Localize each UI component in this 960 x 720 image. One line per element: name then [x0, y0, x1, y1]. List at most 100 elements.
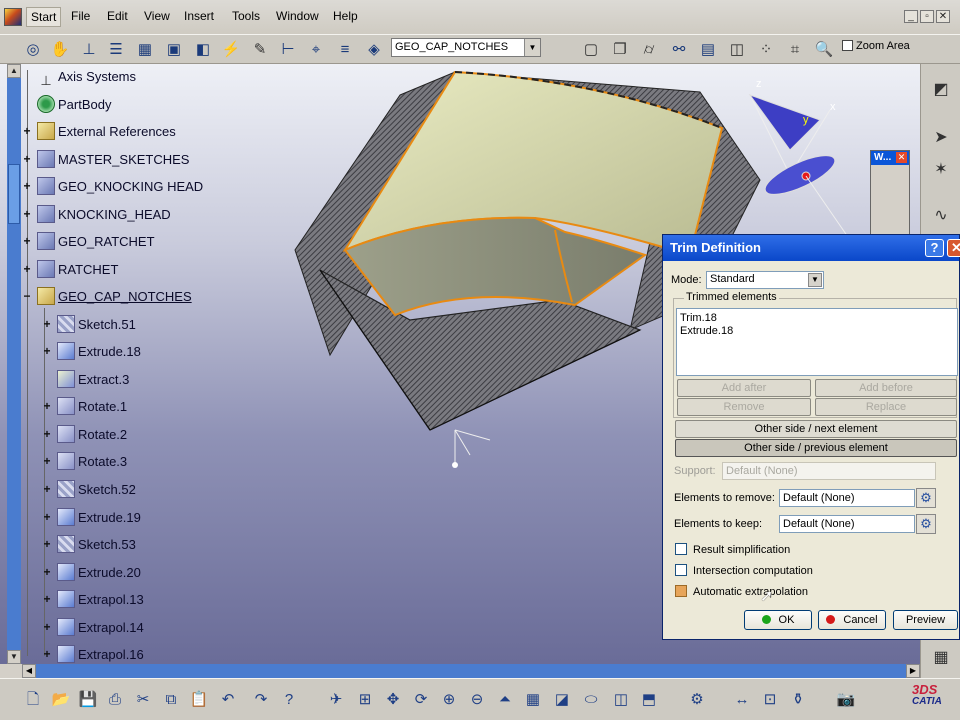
- geometry-icon[interactable]: ✎: [249, 39, 271, 61]
- tree-item-extrapol-16[interactable]: + Extrapol.16: [43, 645, 144, 665]
- doc-icon[interactable]: ❐: [609, 39, 631, 61]
- zoom-area-checkbox[interactable]: Zoom Area: [842, 40, 910, 52]
- scroll-up-icon[interactable]: ▲: [7, 64, 21, 78]
- measure-inertia-icon[interactable]: ⚱: [787, 689, 809, 711]
- shading-icon[interactable]: ⬭: [580, 689, 602, 711]
- paste-icon[interactable]: 📋: [188, 689, 210, 711]
- camera-icon[interactable]: 📷: [835, 689, 857, 711]
- analysis-icon[interactable]: ⚡: [220, 39, 242, 61]
- undo-icon[interactable]: ↶: [217, 689, 239, 711]
- measure-between-icon[interactable]: ↔: [731, 689, 753, 711]
- options-icon[interactable]: ⚙: [686, 689, 708, 711]
- tree-item-axis-systems[interactable]: ⊥ Axis Systems: [37, 67, 136, 88]
- whats-this-icon[interactable]: ?: [278, 689, 300, 711]
- horizontal-scrollbar[interactable]: ◀ ▶: [22, 664, 920, 678]
- ok-button[interactable]: OK: [744, 610, 812, 630]
- automatic-extrapolation-checkbox[interactable]: Automatic extrapolation: [675, 585, 808, 599]
- list-item[interactable]: Extrude.18: [680, 325, 954, 338]
- menu-start[interactable]: Start: [26, 7, 62, 27]
- expand-plus-icon[interactable]: +: [22, 263, 32, 275]
- normal-view-icon[interactable]: ⏶: [494, 689, 516, 711]
- help-icon[interactable]: ?: [925, 239, 944, 257]
- tree-item-extrude-19[interactable]: + Extrude.19: [43, 508, 141, 528]
- tree-item-extrude-20[interactable]: + Extrude.20: [43, 563, 141, 583]
- cylinder-icon[interactable]: ⌭: [638, 39, 660, 61]
- new-file-icon[interactable]: 🗋: [22, 689, 44, 711]
- tree-item-rotate-3[interactable]: + Rotate.3: [43, 452, 127, 472]
- other-side-previous-button[interactable]: Other side / previous element: [675, 439, 957, 457]
- tree-item-external-references[interactable]: + External References: [23, 122, 176, 142]
- measure-icon[interactable]: ▦: [929, 646, 953, 670]
- select-icon[interactable]: ⌖: [305, 39, 327, 61]
- tree-item-sketch-53[interactable]: + Sketch.53: [43, 535, 136, 555]
- multi-selection-icon[interactable]: ⚙: [916, 514, 936, 534]
- expand-plus-icon[interactable]: +: [22, 208, 32, 220]
- result-simplification-checkbox[interactable]: Result simplification: [675, 543, 790, 557]
- close-window-icon[interactable]: ✕: [936, 10, 950, 23]
- print-icon[interactable]: ⎙: [104, 689, 126, 711]
- tree-item-extrude-18[interactable]: + Extrude.18: [43, 342, 141, 362]
- current-layer-select[interactable]: GEO_CAP_NOTCHES ▼: [391, 38, 541, 57]
- trimmed-elements-list[interactable]: Trim.18 Extrude.18: [676, 308, 958, 376]
- elements-to-keep-field[interactable]: Default (None): [779, 515, 915, 533]
- collapse-minus-icon[interactable]: −: [22, 290, 32, 302]
- tree-item-rotate-2[interactable]: + Rotate.2: [43, 425, 127, 445]
- vertical-scrollbar[interactable]: ▲ ▼: [7, 64, 21, 664]
- support-field[interactable]: Default (None): [722, 462, 936, 480]
- tree-item-knocking-head[interactable]: + KNOCKING_HEAD: [23, 205, 171, 225]
- expand-plus-icon[interactable]: +: [42, 318, 52, 330]
- pan-hand-icon[interactable]: ✋: [49, 39, 71, 61]
- minimize-icon[interactable]: _: [904, 10, 918, 23]
- preview-button[interactable]: Preview: [893, 610, 958, 630]
- save-icon[interactable]: 💾: [77, 689, 99, 711]
- redo-icon[interactable]: ↷: [250, 689, 272, 711]
- add-before-button[interactable]: Add before: [815, 379, 957, 397]
- tree-item-geo-knocking-head[interactable]: + GEO_KNOCKING HEAD: [23, 177, 203, 197]
- list-icon[interactable]: ≡: [334, 39, 356, 61]
- binoculars-icon[interactable]: ⚯: [668, 39, 690, 61]
- cube-view-icon[interactable]: ▣: [163, 39, 185, 61]
- catia-app-icon[interactable]: [4, 8, 22, 26]
- expand-plus-icon[interactable]: +: [42, 511, 52, 523]
- expand-plus-icon[interactable]: +: [42, 593, 52, 605]
- expand-plus-icon[interactable]: +: [42, 455, 52, 467]
- expand-plus-icon[interactable]: +: [42, 345, 52, 357]
- checkbox-box[interactable]: [675, 585, 687, 597]
- restore-icon[interactable]: ▫: [920, 10, 934, 23]
- scroll-down-icon[interactable]: ▼: [7, 650, 21, 664]
- close-icon[interactable]: ✕: [896, 152, 907, 163]
- part-design-icon[interactable]: ◩: [929, 78, 953, 102]
- open-folder-icon[interactable]: 📂: [50, 689, 72, 711]
- close-icon[interactable]: ✕: [947, 239, 960, 257]
- select-arrow-icon[interactable]: ➤: [929, 126, 953, 150]
- tree-item-extrapol-13[interactable]: + Extrapol.13: [43, 590, 144, 610]
- tree-item-sketch-51[interactable]: + Sketch.51: [43, 315, 136, 335]
- menu-file[interactable]: File: [71, 9, 90, 23]
- scroll-right-icon[interactable]: ▶: [906, 664, 920, 678]
- zoom-in-icon[interactable]: ⊕: [438, 689, 460, 711]
- layers-stack-icon[interactable]: ▤: [697, 39, 719, 61]
- tree-item-rotate-1[interactable]: + Rotate.1: [43, 397, 127, 417]
- snap-icon[interactable]: ⌗: [784, 39, 806, 61]
- tree-item-partbody[interactable]: PartBody: [37, 95, 111, 115]
- magnifier-icon[interactable]: 🔍: [813, 39, 835, 61]
- fly-mode-icon[interactable]: ◎: [22, 39, 44, 61]
- copy-icon[interactable]: ⧉: [160, 689, 182, 711]
- expand-plus-icon[interactable]: +: [42, 400, 52, 412]
- fly-icon[interactable]: ✈: [325, 689, 347, 711]
- cancel-button[interactable]: Cancel: [818, 610, 886, 630]
- multi-selection-icon[interactable]: ⚙: [916, 488, 936, 508]
- dialog-title[interactable]: Trim Definition: [663, 235, 959, 261]
- chevron-down-icon[interactable]: ▼: [808, 273, 822, 287]
- list-item[interactable]: Trim.18: [680, 312, 954, 325]
- tree-expand-icon[interactable]: ☰: [105, 39, 127, 61]
- fit-all-icon[interactable]: ⊞: [354, 689, 376, 711]
- iso-view-icon[interactable]: ◪: [551, 689, 573, 711]
- pan-icon[interactable]: ✥: [382, 689, 404, 711]
- expand-plus-icon[interactable]: +: [22, 180, 32, 192]
- expand-plus-icon[interactable]: +: [42, 566, 52, 578]
- hide-show-icon[interactable]: ◫: [726, 39, 748, 61]
- menu-view[interactable]: View: [144, 9, 170, 23]
- rotate-view-icon[interactable]: ⟳: [410, 689, 432, 711]
- replace-button[interactable]: Replace: [815, 398, 957, 416]
